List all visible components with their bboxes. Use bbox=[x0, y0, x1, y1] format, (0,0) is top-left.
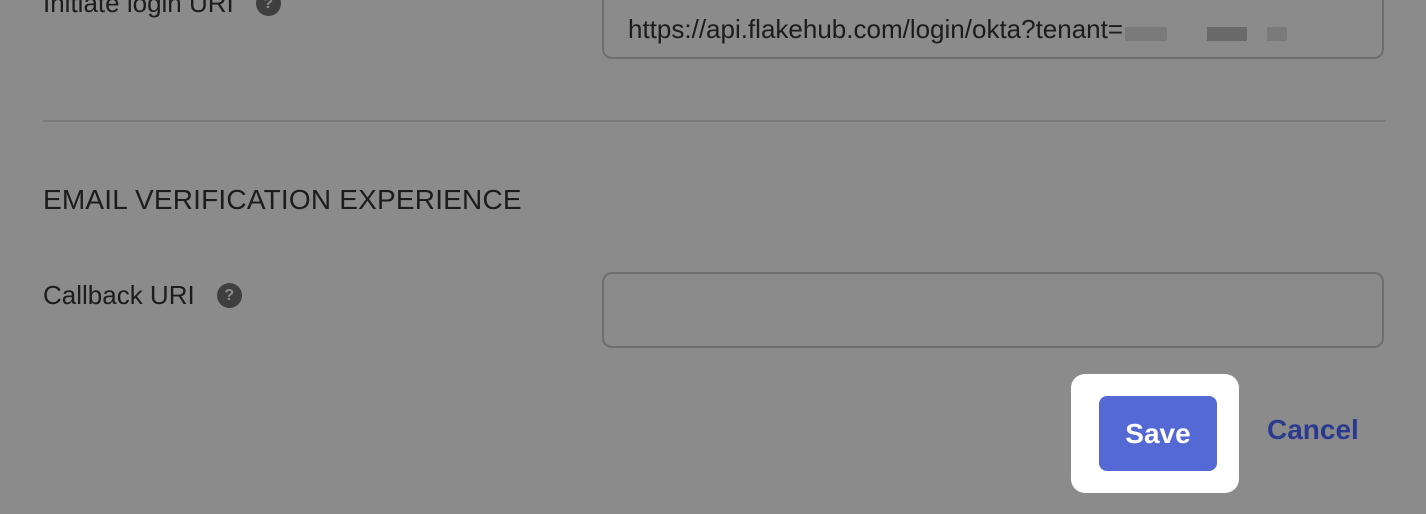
cancel-link[interactable]: Cancel bbox=[1267, 414, 1359, 446]
redacted-tenant-segment bbox=[1267, 26, 1288, 41]
redacted-tenant-segment bbox=[1207, 26, 1248, 41]
section-divider bbox=[43, 120, 1386, 122]
email-verification-section-title: EMAIL VERIFICATION EXPERIENCE bbox=[43, 184, 522, 215]
settings-page: Initiate login URI ? https://api.flakehu… bbox=[0, 0, 1426, 514]
initiate-login-uri-label: Initiate login URI bbox=[43, 0, 234, 18]
help-icon[interactable]: ? bbox=[216, 283, 242, 308]
save-button[interactable]: Save bbox=[1099, 396, 1217, 471]
callback-uri-input[interactable] bbox=[602, 272, 1384, 348]
callback-uri-label: Callback URI bbox=[43, 280, 195, 310]
redacted-tenant-segment bbox=[1125, 26, 1168, 41]
help-icon[interactable]: ? bbox=[255, 0, 281, 16]
initiate-login-uri-input[interactable]: https://api.flakehub.com/login/okta?tena… bbox=[602, 0, 1384, 59]
callback-uri-label-row: Callback URI ? bbox=[43, 280, 242, 311]
initiate-login-uri-label-row: Initiate login URI ? bbox=[43, 0, 281, 19]
initiate-login-uri-value: https://api.flakehub.com/login/okta?tena… bbox=[628, 14, 1124, 44]
